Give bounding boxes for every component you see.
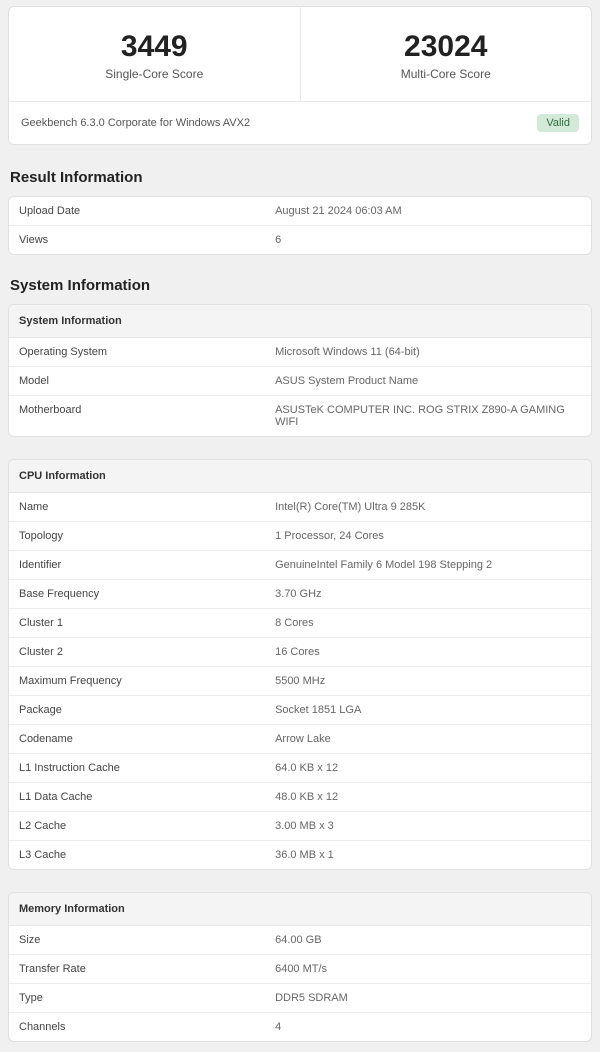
row-value: 1 Processor, 24 Cores [265, 522, 591, 550]
score-card: 3449 Single-Core Score 23024 Multi-Core … [8, 6, 592, 145]
single-core-cell: 3449 Single-Core Score [9, 7, 301, 101]
row-key: Operating System [9, 338, 265, 366]
table-row: Cluster 216 Cores [9, 638, 591, 667]
row-value: 6400 MT/s [265, 955, 591, 983]
valid-badge: Valid [537, 114, 579, 132]
row-value: GenuineIntel Family 6 Model 198 Stepping… [265, 551, 591, 579]
row-key: Type [9, 984, 265, 1012]
row-key: Motherboard [9, 396, 265, 436]
single-core-score: 3449 [19, 29, 290, 65]
row-key: Maximum Frequency [9, 667, 265, 695]
table-row: Transfer Rate6400 MT/s [9, 955, 591, 984]
row-key: L1 Data Cache [9, 783, 265, 811]
table-row: Operating System Microsoft Windows 11 (6… [9, 338, 591, 367]
multi-core-score: 23024 [311, 29, 582, 65]
version-text: Geekbench 6.3.0 Corporate for Windows AV… [21, 117, 250, 129]
row-value: August 21 2024 06:03 AM [265, 197, 591, 225]
version-row: Geekbench 6.3.0 Corporate for Windows AV… [9, 101, 591, 144]
row-value: 16 Cores [265, 638, 591, 666]
table-row: L2 Cache3.00 MB x 3 [9, 812, 591, 841]
row-key: Size [9, 926, 265, 954]
table-row: PackageSocket 1851 LGA [9, 696, 591, 725]
row-value: Socket 1851 LGA [265, 696, 591, 724]
cpu-information-header: CPU Information [9, 460, 591, 493]
row-key: L3 Cache [9, 841, 265, 869]
table-row: Topology1 Processor, 24 Cores [9, 522, 591, 551]
row-key: Base Frequency [9, 580, 265, 608]
row-value: 64.00 GB [265, 926, 591, 954]
table-row: CodenameArrow Lake [9, 725, 591, 754]
row-value: 4 [265, 1013, 591, 1041]
multi-core-cell: 23024 Multi-Core Score [301, 7, 592, 101]
single-core-label: Single-Core Score [19, 67, 290, 81]
row-key: L1 Instruction Cache [9, 754, 265, 782]
row-key: Upload Date [9, 197, 265, 225]
row-key: Model [9, 367, 265, 395]
table-row: L3 Cache36.0 MB x 1 [9, 841, 591, 869]
score-row: 3449 Single-Core Score 23024 Multi-Core … [9, 7, 591, 101]
table-row: Upload Date August 21 2024 06:03 AM [9, 197, 591, 226]
memory-information-card: Memory Information Size64.00 GB Transfer… [8, 892, 592, 1042]
row-value: 3.70 GHz [265, 580, 591, 608]
row-key: Topology [9, 522, 265, 550]
table-row: L1 Data Cache48.0 KB x 12 [9, 783, 591, 812]
row-key: L2 Cache [9, 812, 265, 840]
system-information-header: System Information [9, 305, 591, 338]
table-row: Motherboard ASUSTeK COMPUTER INC. ROG ST… [9, 396, 591, 436]
row-key: Identifier [9, 551, 265, 579]
table-row: Cluster 18 Cores [9, 609, 591, 638]
table-row: Views 6 [9, 226, 591, 254]
table-row: Model ASUS System Product Name [9, 367, 591, 396]
row-key: Cluster 2 [9, 638, 265, 666]
row-key: Codename [9, 725, 265, 753]
system-information-card: System Information Operating System Micr… [8, 304, 592, 437]
row-value: 5500 MHz [265, 667, 591, 695]
row-value: 3.00 MB x 3 [265, 812, 591, 840]
row-value: 8 Cores [265, 609, 591, 637]
row-key: Cluster 1 [9, 609, 265, 637]
row-key: Channels [9, 1013, 265, 1041]
row-key: Transfer Rate [9, 955, 265, 983]
row-value: DDR5 SDRAM [265, 984, 591, 1012]
row-value: 36.0 MB x 1 [265, 841, 591, 869]
row-value: 48.0 KB x 12 [265, 783, 591, 811]
row-value: Intel(R) Core(TM) Ultra 9 285K [265, 493, 591, 521]
result-information-card: Upload Date August 21 2024 06:03 AM View… [8, 196, 592, 255]
table-row: Size64.00 GB [9, 926, 591, 955]
result-information-title: Result Information [10, 169, 592, 186]
row-value: ASUSTeK COMPUTER INC. ROG STRIX Z890-A G… [265, 396, 591, 436]
row-key: Name [9, 493, 265, 521]
row-value: 64.0 KB x 12 [265, 754, 591, 782]
table-row: IdentifierGenuineIntel Family 6 Model 19… [9, 551, 591, 580]
row-key: Package [9, 696, 265, 724]
cpu-information-card: CPU Information NameIntel(R) Core(TM) Ul… [8, 459, 592, 870]
table-row: Maximum Frequency5500 MHz [9, 667, 591, 696]
row-value: Microsoft Windows 11 (64-bit) [265, 338, 591, 366]
table-row: Channels4 [9, 1013, 591, 1041]
row-value: Arrow Lake [265, 725, 591, 753]
row-value: ASUS System Product Name [265, 367, 591, 395]
system-information-title: System Information [10, 277, 592, 294]
table-row: Base Frequency3.70 GHz [9, 580, 591, 609]
table-row: NameIntel(R) Core(TM) Ultra 9 285K [9, 493, 591, 522]
table-row: TypeDDR5 SDRAM [9, 984, 591, 1013]
memory-information-header: Memory Information [9, 893, 591, 926]
row-key: Views [9, 226, 265, 254]
multi-core-label: Multi-Core Score [311, 67, 582, 81]
table-row: L1 Instruction Cache64.0 KB x 12 [9, 754, 591, 783]
row-value: 6 [265, 226, 591, 254]
